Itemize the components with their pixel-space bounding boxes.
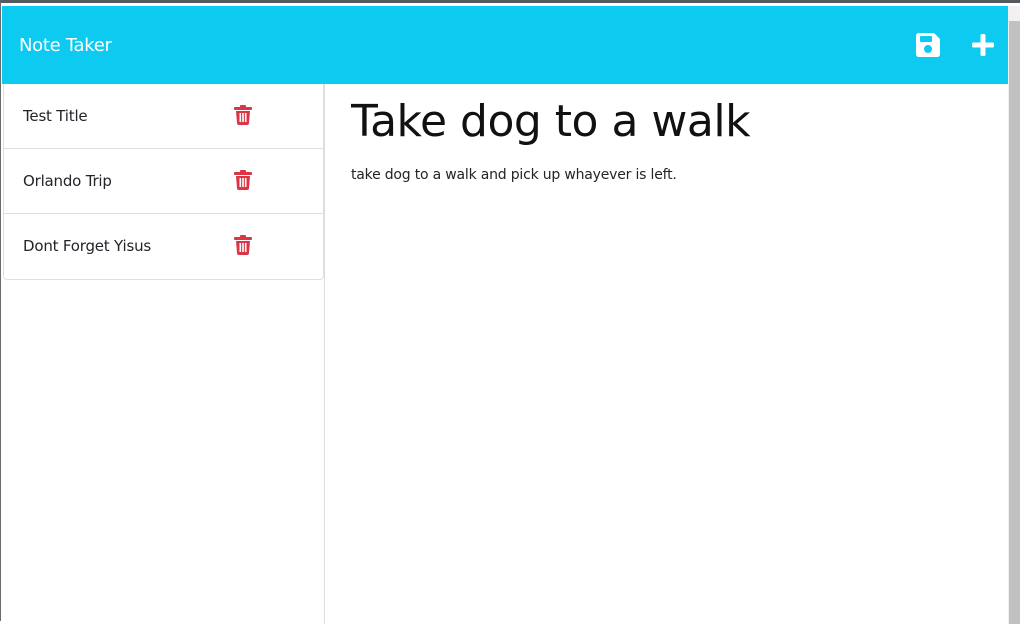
note-editor: take dog to a walk and pick up whayever … — [326, 84, 1008, 624]
scrollbar-thumb[interactable] — [1009, 21, 1020, 624]
note-title-input[interactable] — [351, 98, 991, 146]
navbar: Note Taker — [2, 6, 1008, 84]
trash-icon[interactable] — [234, 235, 252, 255]
list-item[interactable]: Dont Forget Yisus — [4, 214, 323, 279]
list-item[interactable]: Test Title — [4, 84, 323, 149]
save-icon[interactable] — [915, 32, 941, 58]
list-item[interactable]: Orlando Trip — [4, 149, 323, 214]
trash-icon[interactable] — [234, 105, 252, 125]
note-title[interactable]: Test Title — [23, 107, 88, 125]
plus-icon[interactable] — [970, 32, 996, 58]
trash-icon[interactable] — [234, 170, 252, 190]
note-title[interactable]: Orlando Trip — [23, 172, 112, 190]
notes-sidebar: Test Title Orlando Trip Dont Forget Yisu… — [2, 84, 325, 624]
scrollbar[interactable] — [1008, 6, 1020, 624]
note-title[interactable]: Dont Forget Yisus — [23, 237, 151, 255]
browser-window: Note Taker Test Title Orlando Trip Dont … — [0, 0, 1020, 624]
note-list: Test Title Orlando Trip Dont Forget Yisu… — [3, 84, 324, 280]
note-body-textarea[interactable]: take dog to a walk and pick up whayever … — [351, 166, 991, 606]
app-brand[interactable]: Note Taker — [19, 35, 112, 57]
